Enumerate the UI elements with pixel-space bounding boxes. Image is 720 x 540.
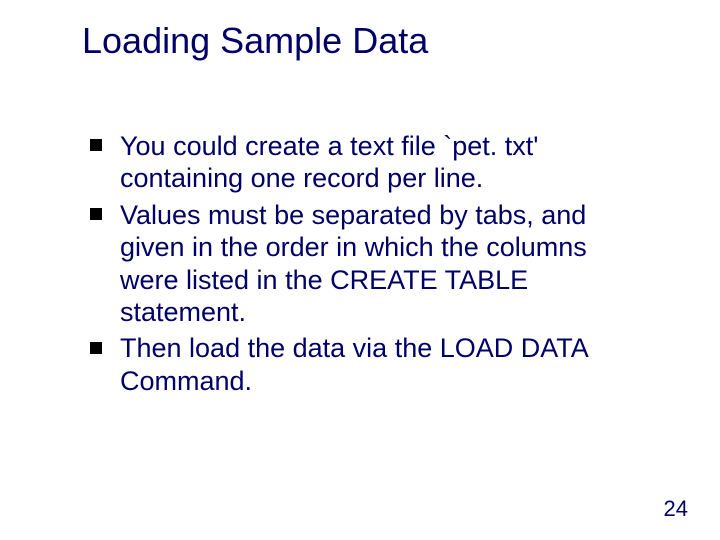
bullet-list: You could create a text file `pet. txt' … — [90, 130, 650, 397]
slide-title: Loading Sample Data — [82, 20, 428, 62]
page-number: 24 — [664, 496, 688, 522]
slide-body: You could create a text file `pet. txt' … — [90, 130, 650, 401]
bullet-item: Then load the data via the LOAD DATA Com… — [90, 332, 650, 397]
bullet-item: Values must be separated by tabs, and gi… — [90, 199, 650, 329]
bullet-item: You could create a text file `pet. txt' … — [90, 130, 650, 195]
slide: Loading Sample Data You could create a t… — [0, 0, 720, 540]
